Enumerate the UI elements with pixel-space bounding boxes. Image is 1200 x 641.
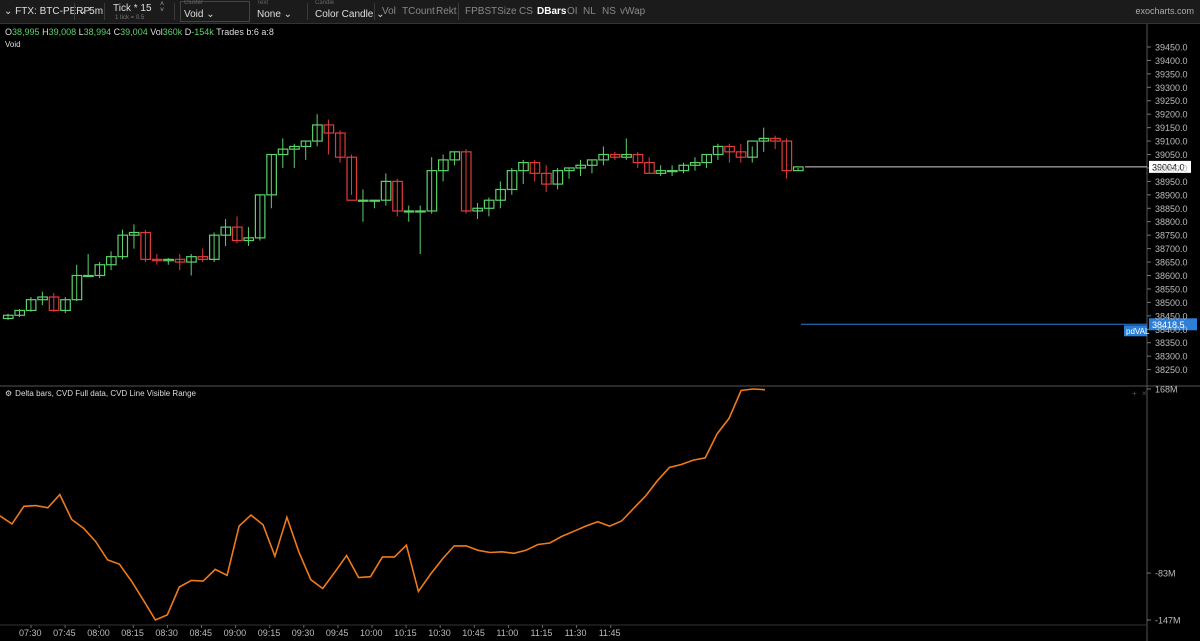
candle-body: [83, 274, 94, 278]
time-tick-label: 10:45: [462, 628, 485, 638]
high-value: 39,008: [48, 27, 77, 37]
price-tick-label: 39350.0: [1155, 69, 1188, 79]
time-tick-label: 09:00: [224, 628, 247, 638]
time-tick-label: 11:30: [565, 628, 587, 638]
price-tick-label: 38550.0: [1155, 284, 1188, 294]
volume-value: 360k: [162, 27, 183, 37]
price-tick-label: 39300.0: [1155, 83, 1188, 93]
price-tick-label: 39400.0: [1155, 56, 1188, 66]
cluster-mode-label: Void: [5, 40, 21, 49]
price-tick-label: 38750.0: [1155, 231, 1188, 241]
time-tick-label: 08:30: [155, 628, 178, 638]
close-pane-icon[interactable]: ×: [1142, 389, 1147, 398]
ohlc-readout: O38,995 H39,008 L38,994 C39,004 Vol360k …: [5, 27, 274, 37]
price-tick-label: 38300.0: [1155, 352, 1188, 362]
candle-body: [415, 210, 426, 213]
price-tick-label: 38650.0: [1155, 258, 1188, 268]
price-tick-label: 38700.0: [1155, 244, 1188, 254]
delta-value: -154k: [191, 27, 214, 37]
price-tick-label: 39050.0: [1155, 150, 1188, 160]
price-tick-label: 38450.0: [1155, 311, 1188, 321]
candle-body: [357, 199, 369, 202]
time-tick-label: 07:45: [53, 628, 76, 638]
time-tick-label: 10:15: [394, 628, 417, 638]
time-tick-label: 10:00: [360, 628, 383, 638]
low-value: 38,994: [83, 27, 112, 37]
price-tick-label: 38350.0: [1155, 338, 1188, 348]
levels-layer: 39004.0pdVAL38418.5: [801, 160, 1197, 337]
open-label: O: [5, 27, 13, 37]
time-tick-label: 08:45: [190, 628, 213, 638]
time-tick-label: 09:15: [258, 628, 281, 638]
price-tick-label: 38600.0: [1155, 271, 1188, 281]
time-tick-label: 07:30: [19, 628, 42, 638]
move-pane-icon[interactable]: +: [1132, 389, 1137, 398]
time-tick-label: 11:15: [531, 628, 553, 638]
price-tick-label: 39450.0: [1155, 42, 1188, 52]
candle-body: [369, 199, 380, 202]
price-tick-label: 38400.0: [1155, 325, 1188, 335]
time-tick-label: 11:45: [599, 628, 621, 638]
axes-layer: [0, 24, 1200, 641]
close-value: 39,004: [120, 27, 148, 37]
price-tick-label: 39150.0: [1155, 123, 1188, 133]
price-tick-label: 38900.0: [1155, 190, 1188, 200]
candles-layer: [2, 114, 804, 320]
price-tick-label: 39200.0: [1155, 110, 1188, 120]
price-tick-label: 38500.0: [1155, 298, 1188, 308]
volume-label: Vol: [150, 27, 163, 37]
price-tick-label: 38250.0: [1155, 365, 1188, 375]
cvd-layer: [0, 388, 766, 622]
pdval-tag-label: pdVAL: [1126, 327, 1150, 336]
indicator-title-text: Delta bars, CVD Full data, CVD Line Visi…: [15, 389, 196, 398]
trades-value: Trades b:6 a:8: [216, 27, 274, 37]
chart-canvas[interactable]: 39004.0pdVAL38418.5 39450.0 39400.0 39350.…: [0, 0, 1200, 641]
candle-body: [403, 210, 415, 213]
price-tick-label: 38800.0: [1155, 217, 1188, 227]
time-tick-label: 08:00: [87, 628, 110, 638]
price-tick-label: 39000.0: [1155, 163, 1188, 173]
price-tick-label: 38850.0: [1155, 204, 1188, 214]
axis-labels-layer: 39450.0 39400.0 39350.0 39300.0 39250.0 39200…: [19, 42, 1188, 638]
cvd-axis-label: 168M: [1155, 385, 1178, 395]
price-tick-label: 39250.0: [1155, 96, 1188, 106]
candle-body: [666, 170, 678, 173]
price-tick-label: 39100.0: [1155, 137, 1188, 147]
time-tick-label: 08:15: [121, 628, 144, 638]
cvd-axis-label: -147M: [1155, 616, 1181, 626]
time-tick-label: 10:30: [428, 628, 451, 638]
time-tick-label: 09:30: [292, 628, 315, 638]
price-tick-label: 38950.0: [1155, 177, 1188, 187]
open-value: 38,995: [12, 27, 40, 37]
cvd-line: [0, 388, 766, 622]
gear-icon[interactable]: ⚙: [5, 389, 12, 398]
time-tick-label: 11:00: [496, 628, 518, 638]
indicator-title[interactable]: ⚙ Delta bars, CVD Full data, CVD Line Vis…: [5, 389, 196, 398]
cvd-axis-label: -83M: [1155, 569, 1176, 579]
time-tick-label: 09:45: [326, 628, 349, 638]
